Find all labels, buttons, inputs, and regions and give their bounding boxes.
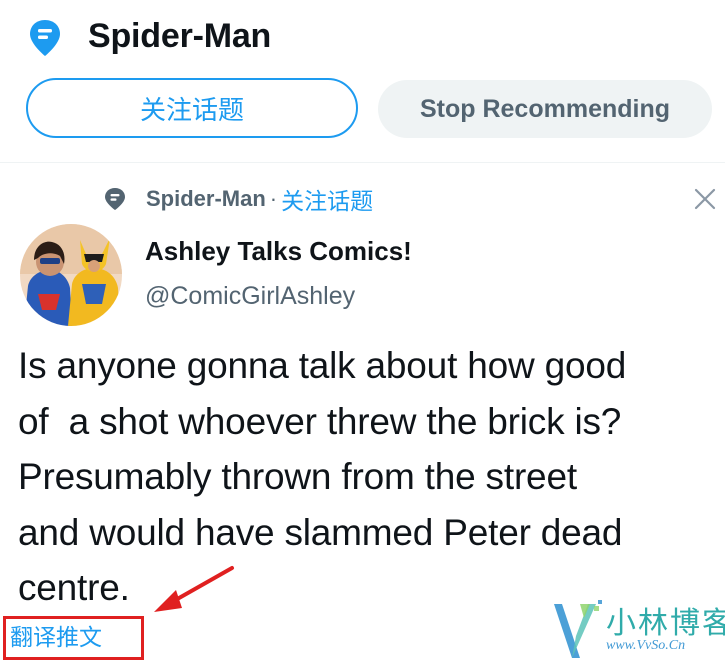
tweet-text: Is anyone gonna talk about how good of a… [18, 338, 718, 616]
stop-recommending-button[interactable]: Stop Recommending [378, 80, 712, 138]
author-handle[interactable]: @ComicGirlAshley [145, 282, 355, 311]
author-display-name[interactable]: Ashley Talks Comics! [145, 236, 412, 267]
avatar-image [20, 224, 122, 326]
topic-bubble-icon [30, 20, 60, 56]
stop-recommending-label: Stop Recommending [419, 94, 670, 123]
watermark-title: 小林博客 [606, 606, 725, 641]
context-topic-link[interactable]: Spider-Man [146, 186, 266, 212]
close-icon[interactable] [694, 188, 716, 210]
tweet-text-line: and would have slammed Peter dead [18, 511, 623, 553]
avatar[interactable] [20, 224, 122, 326]
watermark-subtitle: www.VvSo.Cn [606, 638, 686, 653]
watermark-logo-icon [554, 600, 602, 658]
divider [0, 162, 725, 163]
tweet-text-line: Is anyone gonna talk about how good [18, 345, 627, 386]
translate-tweet-link[interactable]: 翻译推文 [10, 618, 102, 652]
topic-header: Spider-Man 关注话题 Stop Recommending [0, 0, 725, 162]
context-separator: · [269, 186, 278, 211]
tweet-text-line: of a shot whoever threw the brick is? [18, 400, 622, 442]
watermark: 小林博客 www.VvSo.Cn [550, 596, 725, 664]
page-title: Spider-Man [88, 17, 272, 55]
context-follow-topic-link[interactable]: 关注话题 [281, 182, 373, 216]
follow-topic-button[interactable]: 关注话题 [26, 78, 358, 138]
follow-topic-label: 关注话题 [139, 95, 244, 126]
topic-bubble-icon [105, 188, 125, 210]
tweet-topic-context: Spider-Man · 关注话题 [100, 182, 373, 216]
tweet-text-line: Presumably thrown from the street [18, 456, 577, 497]
